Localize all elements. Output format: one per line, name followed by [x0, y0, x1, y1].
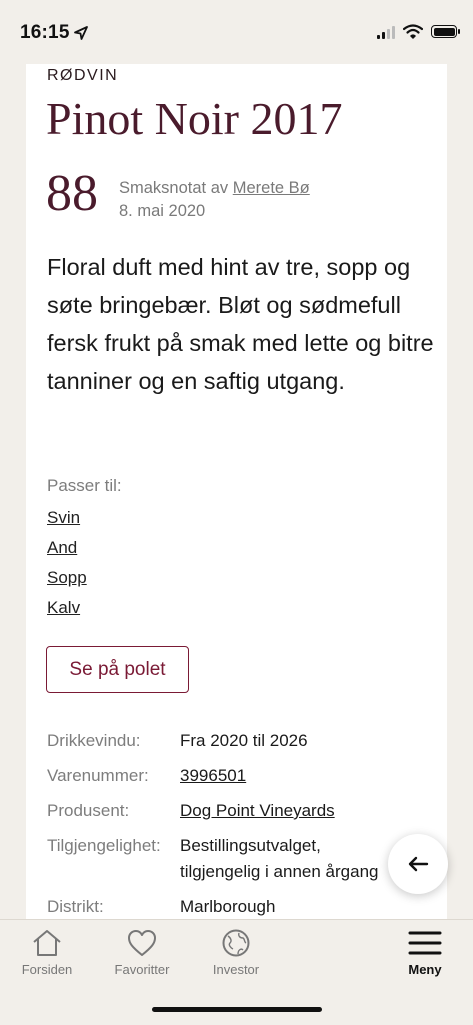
- menu-icon: [408, 931, 442, 955]
- wine-category: RØDVIN: [47, 67, 119, 84]
- wine-details: Drikkevindu: Fra 2020 til 2026 Varenumme…: [47, 728, 447, 919]
- tab-label: Favoritter: [114, 962, 170, 977]
- tab-label: Forsiden: [21, 962, 73, 977]
- tab-investor[interactable]: Investor: [191, 928, 281, 977]
- varenummer-link[interactable]: 3996501: [180, 766, 246, 785]
- wine-title: Pinot Noir 2017: [46, 93, 343, 144]
- detail-value: Marlborough: [180, 897, 276, 916]
- tab-label: Investor: [212, 962, 260, 977]
- globe-icon: [222, 929, 250, 957]
- battery-icon: [431, 25, 460, 38]
- tab-favoritter[interactable]: Favoritter: [97, 928, 187, 977]
- back-button[interactable]: [388, 834, 448, 894]
- detail-row-tilgjengelighet: Tilgjengelighet: Bestillingsutvalget, ti…: [47, 833, 447, 885]
- detail-value: Bestillingsutvalget, tilgjengelig i anne…: [180, 833, 379, 885]
- tab-forsiden[interactable]: Forsiden: [2, 928, 92, 977]
- tab-meny[interactable]: Meny: [380, 928, 470, 977]
- pairs-with-label: Passer til:: [47, 476, 122, 495]
- wifi-icon: [403, 24, 423, 39]
- wine-score: 88: [46, 165, 98, 222]
- detail-label: Tilgjengelighet:: [47, 836, 161, 855]
- see-at-vinmonopolet-button[interactable]: Se på polet: [46, 646, 189, 693]
- home-icon: [33, 930, 61, 956]
- detail-label: Varenummer:: [47, 766, 149, 785]
- wine-detail-card: RØDVIN Pinot Noir 2017 88 Smaksnotat av …: [26, 64, 447, 919]
- author-link[interactable]: Merete Bø: [233, 179, 310, 197]
- location-arrow-icon: [74, 26, 88, 40]
- detail-label: Produsent:: [47, 801, 130, 820]
- detail-row-produsent: Produsent: Dog Point Vineyards: [47, 798, 447, 824]
- tasting-note-byline: Smaksnotat av Merete Bø: [119, 177, 310, 200]
- heart-icon: [128, 930, 156, 956]
- status-time: 16:15: [20, 22, 70, 43]
- pair-link-kalv[interactable]: Kalv: [47, 596, 87, 626]
- detail-row-distrikt: Distrikt: Marlborough: [47, 894, 447, 919]
- arrow-left-icon: [408, 856, 429, 872]
- detail-value: Fra 2020 til 2026: [180, 731, 308, 750]
- pairs-with-list: Svin And Sopp Kalv: [47, 506, 87, 626]
- pair-link-sopp[interactable]: Sopp: [47, 566, 87, 596]
- tasting-note-date: 8. mai 2020: [119, 202, 206, 220]
- pair-link-svin[interactable]: Svin: [47, 506, 87, 536]
- detail-row-varenummer: Varenummer: 3996501: [47, 763, 447, 789]
- tasting-note-prefix: Smaksnotat av: [119, 179, 229, 197]
- availability-line-2: tilgjengelig i annen årgang: [180, 862, 379, 881]
- detail-row-drikkevindu: Drikkevindu: Fra 2020 til 2026: [47, 728, 447, 754]
- tasting-note-text: Floral duft med hint av tre, sopp og søt…: [47, 254, 434, 394]
- availability-line-1: Bestillingsutvalget,: [180, 836, 321, 855]
- cellular-signal-icon: [377, 25, 395, 39]
- tab-label: Meny: [408, 962, 442, 977]
- home-indicator[interactable]: [152, 1007, 322, 1012]
- detail-label: Distrikt:: [47, 897, 104, 916]
- status-bar: 16:15: [0, 0, 473, 64]
- status-indicators: [377, 24, 460, 39]
- producer-link[interactable]: Dog Point Vineyards: [180, 801, 335, 820]
- pair-link-and[interactable]: And: [47, 536, 87, 566]
- detail-label: Drikkevindu:: [47, 731, 141, 750]
- tasting-note-meta: Smaksnotat av Merete Bø 8. mai 2020: [119, 177, 310, 223]
